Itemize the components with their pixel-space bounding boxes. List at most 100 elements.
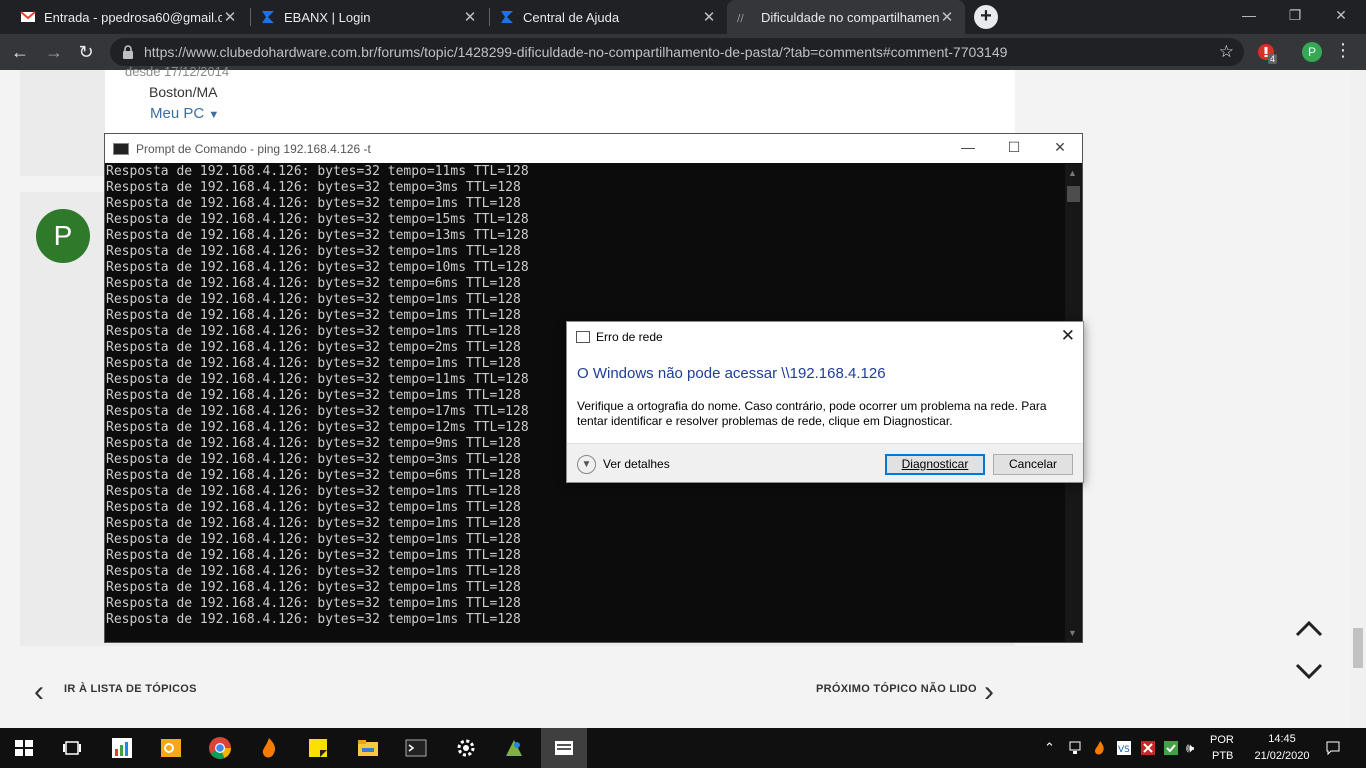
input-language[interactable]: POR: [1210, 734, 1234, 746]
cmd-title-bar[interactable]: Prompt de Comando - ping 192.168.4.126 -…: [105, 134, 1082, 163]
notification-icon[interactable]: [1325, 740, 1341, 756]
dialog-heading: O Windows não pode acessar \\192.168.4.1…: [577, 365, 886, 382]
scroll-up-icon[interactable]: ▲: [1068, 168, 1077, 178]
network-error-dialog: Erro de rede ✕ O Windows não pode acessa…: [566, 321, 1084, 483]
restore-icon[interactable]: ❐: [1272, 0, 1318, 32]
tab-title: Central de Ajuda: [523, 9, 620, 25]
kebab-menu-icon[interactable]: ⋮: [1334, 40, 1352, 61]
cmd-output-line: Resposta de 192.168.4.126: bytes=32 temp…: [106, 564, 521, 579]
settings-gear-icon[interactable]: [454, 736, 478, 760]
scrollbar-thumb[interactable]: [1353, 628, 1363, 668]
volume-icon[interactable]: 🕪: [1186, 740, 1194, 756]
cmd-output-line: Resposta de 192.168.4.126: bytes=32 temp…: [106, 276, 521, 291]
close-icon[interactable]: ✕: [1061, 326, 1075, 346]
diagnose-button[interactable]: Diagnosticar: [885, 454, 985, 475]
close-icon[interactable]: ✕: [222, 8, 238, 26]
lock-icon: [123, 45, 133, 59]
clock-time[interactable]: 14:45: [1263, 733, 1301, 745]
dialog-title: Erro de rede: [596, 330, 663, 344]
tab-central-de-ajuda[interactable]: Central de Ajuda ✕: [489, 0, 727, 34]
cmd-output-line: Resposta de 192.168.4.126: bytes=32 temp…: [106, 228, 529, 243]
meu-pc-link[interactable]: Meu PC ▼: [150, 105, 219, 122]
cmd-output-line: Resposta de 192.168.4.126: bytes=32 temp…: [106, 212, 529, 227]
extension-badge: 4: [1268, 54, 1278, 64]
cmd-output-line: Resposta de 192.168.4.126: bytes=32 temp…: [106, 180, 521, 195]
minimize-icon[interactable]: —: [1226, 0, 1272, 32]
url-text: https://www.clubedohardware.com.br/forum…: [144, 44, 1008, 60]
reload-icon[interactable]: ↻: [74, 40, 98, 64]
file-explorer-icon[interactable]: [356, 736, 380, 760]
chevron-right-icon[interactable]: ›: [984, 675, 994, 709]
next-unread-topic-link[interactable]: PRÓXIMO TÓPICO NÃO LIDO: [816, 683, 977, 695]
gmail-icon: [20, 11, 36, 22]
cmd-output-line: Resposta de 192.168.4.126: bytes=32 temp…: [106, 532, 521, 547]
forward-arrow-icon[interactable]: →: [42, 40, 66, 64]
tray-app-icon[interactable]: [1140, 740, 1156, 756]
cmd-title: Prompt de Comando - ping 192.168.4.126 -…: [136, 141, 371, 156]
clubedohardware-icon: //: [737, 13, 744, 24]
back-to-topics-link[interactable]: IR À LISTA DE TÓPICOS: [64, 683, 197, 695]
network-dialog-app-icon[interactable]: [552, 736, 576, 760]
chrome-icon[interactable]: [208, 736, 232, 760]
keyboard-layout[interactable]: PTB: [1212, 750, 1233, 762]
close-icon[interactable]: ✕: [462, 8, 478, 26]
tab-ebanx-login[interactable]: EBANX | Login ✕: [250, 0, 488, 34]
task-view-icon[interactable]: [60, 736, 84, 760]
tab-title: Dificuldade no compartilhamento: [761, 9, 939, 25]
expand-chevron-icon[interactable]: ▼: [577, 455, 596, 474]
cmd-output-line: Resposta de 192.168.4.126: bytes=32 temp…: [106, 484, 521, 499]
cmd-output-line: Resposta de 192.168.4.126: bytes=32 temp…: [106, 196, 521, 211]
page-scrollbar[interactable]: [1350, 70, 1366, 728]
meu-pc-label: Meu PC: [150, 105, 205, 122]
browser-tab-strip: Entrada - ppedrosa60@gmail.com ✕ EBANX |…: [0, 0, 1366, 34]
scroll-down-arrow-icon[interactable]: [1294, 660, 1324, 682]
address-bar[interactable]: https://www.clubedohardware.com.br/forum…: [110, 38, 1244, 66]
tab-dificuldade-compartilhamento[interactable]: // Dificuldade no compartilhamento ✕: [727, 0, 965, 34]
svg-text:VS: VS: [1118, 745, 1130, 755]
close-icon[interactable]: ✕: [939, 8, 955, 26]
minimize-icon[interactable]: —: [945, 139, 991, 155]
taskbar: ⌃ VS 🕪 POR PTB 14:45 21/02/2020: [0, 728, 1366, 768]
cancel-button[interactable]: Cancelar: [993, 454, 1073, 475]
back-arrow-icon[interactable]: ←: [8, 40, 32, 64]
vs-tray-icon[interactable]: VS: [1116, 740, 1132, 756]
cmd-output-line: Resposta de 192.168.4.126: bytes=32 temp…: [106, 260, 529, 275]
details-toggle-label[interactable]: Ver detalhes: [603, 457, 670, 471]
sticky-notes-icon[interactable]: [306, 736, 330, 760]
outlook-icon[interactable]: [159, 736, 183, 760]
close-window-icon[interactable]: ✕: [1318, 0, 1364, 32]
avatar[interactable]: P: [36, 209, 90, 263]
member-since: desde 17/12/2014: [125, 64, 230, 79]
windows-start-icon[interactable]: [12, 736, 36, 760]
cmd-output-line: Resposta de 192.168.4.126: bytes=32 temp…: [106, 244, 521, 259]
new-tab-button[interactable]: +: [974, 5, 998, 29]
chart-app-icon[interactable]: [110, 736, 134, 760]
cmd-icon: [113, 142, 129, 155]
terminal-icon[interactable]: [404, 736, 428, 760]
close-icon[interactable]: ✕: [701, 8, 717, 26]
chevron-up-icon[interactable]: ⌃: [1044, 740, 1055, 756]
svg-text://: //: [737, 13, 744, 24]
member-location: Boston/MA: [149, 84, 218, 100]
profile-avatar[interactable]: P: [1302, 42, 1322, 62]
avast-tray-icon[interactable]: [1092, 740, 1108, 756]
close-icon[interactable]: ✕: [1037, 139, 1083, 156]
tab-gmail[interactable]: Entrada - ppedrosa60@gmail.com ✕: [10, 0, 248, 34]
ebanx-icon: [262, 11, 274, 23]
caret-down-icon: ▼: [208, 109, 220, 121]
cmd-output-line: Resposta de 192.168.4.126: bytes=32 temp…: [106, 516, 521, 531]
clock-date[interactable]: 21/02/2020: [1246, 750, 1318, 762]
cmd-output-line: Resposta de 192.168.4.126: bytes=32 temp…: [106, 500, 521, 515]
maximize-icon[interactable]: ☐: [991, 139, 1037, 156]
tab-title: Entrada - ppedrosa60@gmail.com: [44, 9, 222, 25]
bookmark-star-icon[interactable]: ☆: [1219, 42, 1234, 62]
scroll-down-icon[interactable]: ▼: [1068, 628, 1077, 638]
checkmark-tray-icon[interactable]: [1163, 740, 1179, 756]
dialog-message: Verifique a ortografia do nome. Caso con…: [577, 399, 1047, 428]
scrollbar-thumb[interactable]: [1067, 186, 1080, 202]
app-icon[interactable]: [502, 736, 526, 760]
scroll-up-arrow-icon[interactable]: [1294, 618, 1324, 640]
avast-icon[interactable]: [257, 736, 281, 760]
chevron-left-icon[interactable]: ‹: [34, 675, 44, 709]
network-icon[interactable]: [1067, 740, 1083, 756]
